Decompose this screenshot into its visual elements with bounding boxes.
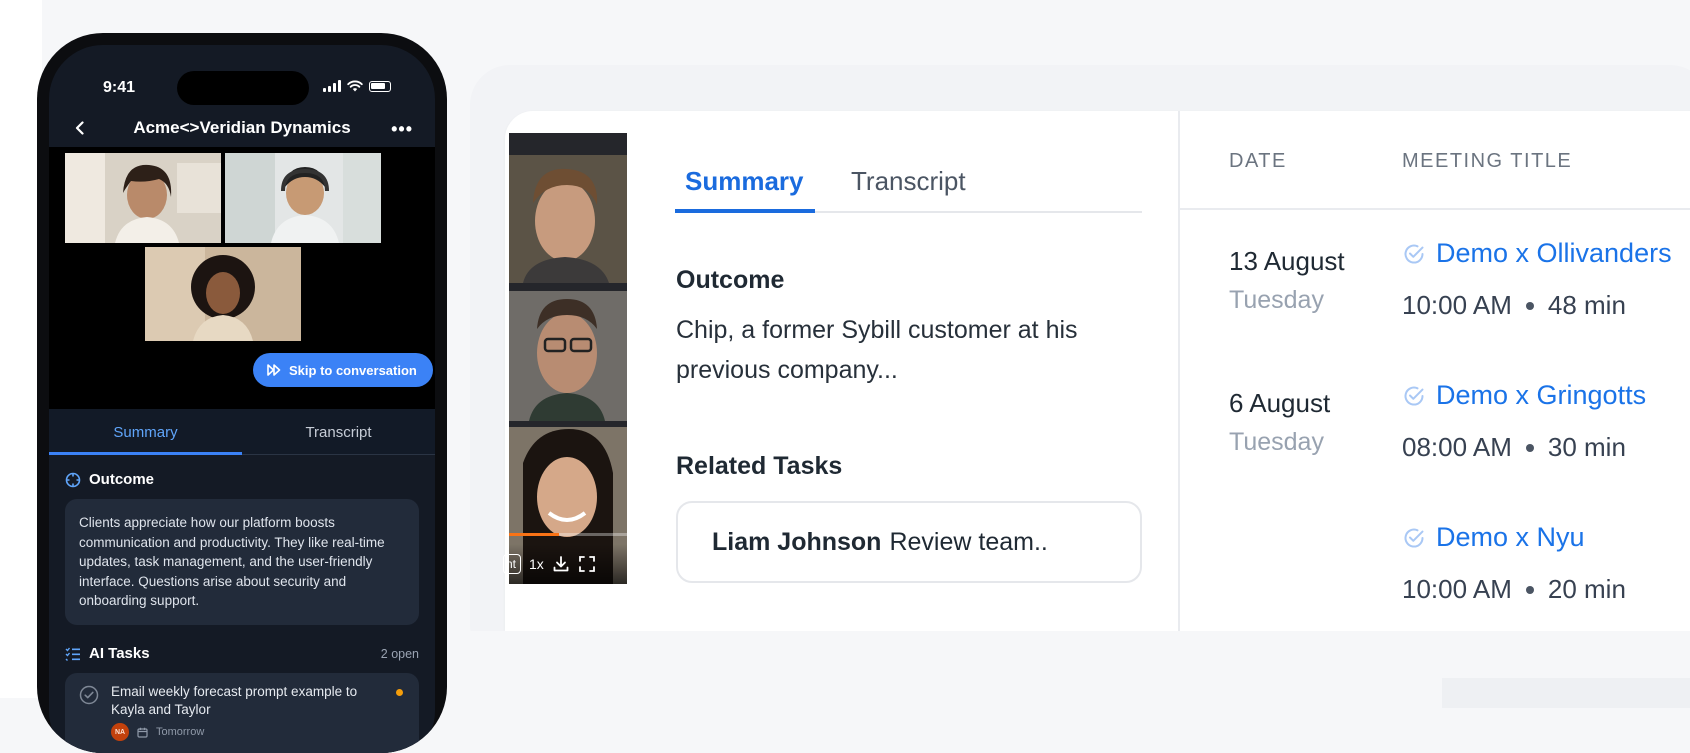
active-tab-indicator [49,452,242,455]
meeting-time-row: 10:00 AM 48 min [1402,290,1626,321]
phone-screen: 9:41 Acme<>Veridian Dynamics ••• Skip to… [49,45,435,753]
separator-dot [1525,585,1534,594]
detail-tabs: Summary Transcript [675,152,1142,214]
check-circle-icon [1404,386,1424,405]
background-block [1442,678,1690,708]
video-progress-fill [509,533,559,536]
check-circle-icon [1404,244,1424,263]
tab-summary[interactable]: Summary [685,166,804,197]
meeting-date: 13 August [1229,246,1345,276]
video-progress-bar[interactable] [509,533,627,536]
task-due: Tomorrow [156,726,205,738]
fullscreen-icon[interactable] [578,555,596,573]
back-chevron-icon[interactable] [71,119,89,137]
outcome-icon [65,472,81,487]
meeting-duration: 30 min [1547,432,1626,462]
phone-nav-bar: Acme<>Veridian Dynamics ••• [49,109,435,147]
meeting-time-row: 10:00 AM 20 min [1402,574,1626,605]
ai-task-card[interactable]: Email weekly forecast prompt example to … [65,673,419,753]
priority-dot [396,689,403,696]
phone-outcome-title: Outcome [89,471,155,488]
outcome-text: Chip, a former Sybill customer at his pr… [676,316,1078,384]
status-icons [323,80,391,92]
calendar-icon [137,727,148,738]
meeting-title: Acme<>Veridian Dynamics [133,118,351,137]
column-header-date: DATE [1229,150,1287,172]
meeting-date: 6 August [1229,388,1331,418]
header-divider [1180,208,1690,210]
task-meta: NA Tomorrow [111,723,204,741]
phone-tasks-header: AI Tasks 2 open [65,645,419,662]
separator-dot [1525,301,1534,310]
avatar: NA [111,723,129,741]
phone-tab-summary[interactable]: Summary [49,409,242,455]
participant-video-2 [225,153,381,243]
check-circle-icon [1404,528,1424,547]
signal-icon [323,80,341,92]
column-header-meeting-title: MEETING TITLE [1402,150,1573,172]
wifi-icon [347,80,363,92]
tasks-list-icon [65,647,80,661]
left-margin [0,0,42,698]
download-icon[interactable] [552,555,570,573]
meeting-link[interactable]: Demo x Gringotts [1402,380,1646,411]
video-player[interactable] [509,133,627,584]
tab-transcript[interactable]: Transcript [851,166,966,197]
phone-tab-bar: Summary Transcript [49,409,435,455]
related-task-assignee: Liam Johnson [712,527,882,556]
meeting-link[interactable]: Demo x Ollivanders [1402,238,1672,269]
skip-icon [267,364,281,376]
phone-tab-transcript[interactable]: Transcript [242,409,435,455]
skip-label: Skip to conversation [289,362,417,378]
meeting-link[interactable]: Demo x Nyu [1402,522,1585,553]
related-tasks-heading: Related Tasks [676,452,843,480]
panel-divider [1178,111,1180,631]
meeting-title: Demo x Nyu [1436,522,1585,552]
separator-dot [1525,443,1534,452]
meeting-day: Tuesday [1229,428,1324,456]
meeting-time: 10:00 AM [1402,290,1512,320]
playback-speed[interactable]: 1x [529,556,544,572]
meeting-time: 08:00 AM [1402,432,1512,462]
more-icon[interactable]: ••• [391,119,413,140]
phone-outcome-header: Outcome [65,471,154,488]
meeting-duration: 20 min [1547,574,1626,604]
outcome-heading: Outcome [676,266,785,294]
mode-toggle[interactable]: nt [503,554,522,574]
participant-video-3 [145,247,301,341]
check-circle-icon[interactable] [79,685,99,705]
dynamic-island [177,71,309,105]
video-frame [509,133,627,584]
meeting-time-row: 08:00 AM 30 min [1402,432,1626,463]
meeting-title: Demo x Ollivanders [1436,238,1672,268]
related-task-text: Review team.. [889,527,1048,556]
related-task-item[interactable]: Liam Johnson Review team.. [676,501,1142,583]
skip-to-conversation-button[interactable]: Skip to conversation [253,353,433,387]
tasks-count: 2 open [380,646,419,661]
video-controls: nt 1x [503,544,627,584]
phone-mockup: 9:41 Acme<>Veridian Dynamics ••• Skip to… [37,33,447,753]
phone-tasks-title: AI Tasks [89,645,150,662]
task-text: Email weekly forecast prompt example to … [111,684,358,717]
meeting-day: Tuesday [1229,286,1324,314]
meeting-time: 10:00 AM [1402,574,1512,604]
meeting-title: Demo x Gringotts [1436,380,1647,410]
battery-icon [369,80,391,92]
active-tab-indicator [675,209,815,213]
phone-outcome-text: Clients appreciate how our platform boos… [65,499,419,625]
status-time: 9:41 [103,79,136,96]
meeting-duration: 48 min [1547,290,1626,320]
participant-video-1 [65,153,221,243]
